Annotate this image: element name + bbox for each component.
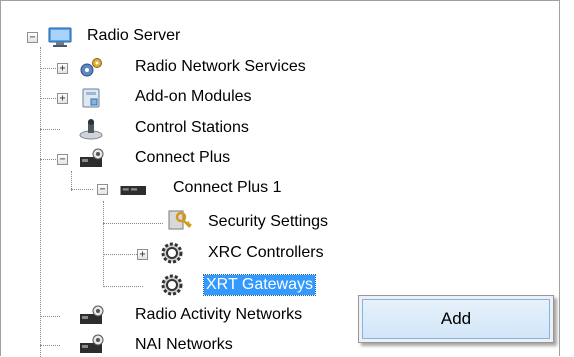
context-menu: Add [358,295,554,343]
tree-item-nai-networks[interactable]: NAI Networks [133,335,235,355]
tree-item-xrt-gateways[interactable]: XRT Gateways [202,274,317,296]
context-menu-add[interactable]: Add [362,299,550,339]
tree-item-control-stations[interactable]: Control Stations [133,118,251,138]
expand-toggle[interactable]: + [57,93,68,104]
expand-toggle[interactable]: + [137,249,148,260]
expand-toggle[interactable]: + [57,63,68,74]
tree-connector [40,47,41,357]
tree-connector [40,316,60,317]
gear-icon [161,242,183,264]
connect-plus-device-icon [120,186,146,195]
tree-item-connect-plus[interactable]: Connect Plus [133,148,232,168]
module-icon [82,88,100,108]
tree-item-radio-network-services[interactable]: Radio Network Services [133,57,308,77]
tree-connector [103,223,163,224]
tree-connector [103,286,143,287]
tree-item-xrc-controllers[interactable]: XRC Controllers [206,243,326,263]
tree-item-radio-activity-networks[interactable]: Radio Activity Networks [133,305,304,325]
tree-item-security-settings[interactable]: Security Settings [206,212,330,232]
network-gear-icon [80,58,102,77]
tree-connector [103,201,104,287]
gear-icon [161,274,183,296]
tree-connector [71,171,72,191]
collapse-toggle[interactable]: − [57,154,68,165]
collapse-toggle[interactable]: − [97,184,108,195]
key-icon [168,210,192,230]
tree-connector [71,189,93,190]
radio-station-icon [79,119,103,140]
server-icon [48,27,72,47]
tree-item-radio-server[interactable]: Radio Server [85,26,182,46]
tree-connector [40,345,60,346]
tree-connector [40,129,60,130]
connect-plus-icon [80,148,104,167]
tree-item-connect-plus-1[interactable]: Connect Plus 1 [171,178,284,198]
collapse-toggle[interactable]: − [27,32,38,43]
connect-plus-icon [80,334,104,353]
connect-plus-icon [80,305,104,324]
tree-item-addon-modules[interactable]: Add-on Modules [133,87,254,107]
